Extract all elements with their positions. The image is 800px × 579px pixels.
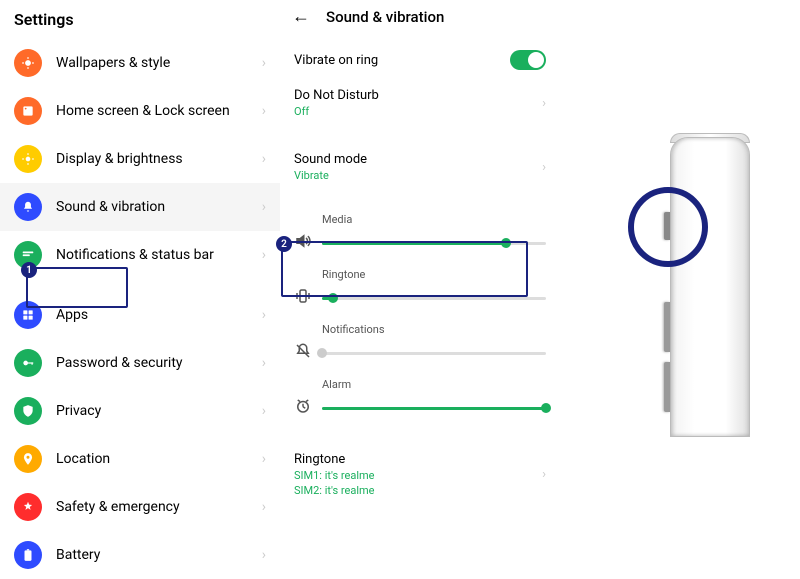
vibrate-on-ring-row[interactable]: Vibrate on ring	[280, 41, 560, 79]
brightness-icon	[14, 145, 42, 173]
emergency-icon	[14, 493, 42, 521]
item-label: Sound & vibration	[56, 199, 165, 215]
chevron-right-icon: ›	[262, 547, 266, 563]
toggle-switch[interactable]	[510, 50, 546, 70]
item-label: Notifications & status bar	[56, 247, 214, 263]
chevron-right-icon: ›	[262, 247, 266, 263]
alarm-slider[interactable]	[322, 407, 546, 410]
homescreen-icon	[14, 97, 42, 125]
sound-header: ← Sound & vibration	[280, 0, 560, 41]
row-label: Vibrate on ring	[294, 53, 378, 68]
item-label: Wallpapers & style	[56, 55, 170, 71]
row-value: Off	[294, 105, 379, 118]
annotation-box-2	[281, 241, 528, 297]
chevron-right-icon: ›	[262, 307, 266, 323]
annotation-badge-1: 1	[21, 262, 37, 278]
annotation-badge-2: 2	[276, 236, 292, 252]
shield-icon	[14, 397, 42, 425]
item-label: Battery	[56, 547, 100, 563]
notifications-slider[interactable]	[322, 352, 546, 355]
item-battery[interactable]: Battery ›	[0, 531, 280, 579]
pin-icon	[14, 445, 42, 473]
notifications-slider-row: Notifications	[280, 317, 560, 372]
chevron-right-icon: ›	[262, 151, 266, 167]
dnd-row[interactable]: Do Not Disturb Off ›	[280, 79, 560, 127]
item-label: Location	[56, 451, 110, 467]
item-label: Safety & emergency	[56, 499, 180, 515]
chevron-right-icon: ›	[262, 499, 266, 515]
chevron-right-icon: ›	[542, 160, 546, 175]
item-password[interactable]: Password & security ›	[0, 339, 280, 387]
item-location[interactable]: Location ›	[0, 435, 280, 483]
bell-icon	[14, 193, 42, 221]
key-icon	[14, 349, 42, 377]
item-wallpapers[interactable]: Wallpapers & style ›	[0, 39, 280, 87]
chevron-right-icon: ›	[262, 103, 266, 119]
item-safety[interactable]: Safety & emergency ›	[0, 483, 280, 531]
back-icon[interactable]: ←	[292, 6, 310, 27]
item-homescreen[interactable]: Home screen & Lock screen ›	[0, 87, 280, 135]
sound-mode-row[interactable]: Sound mode Vibrate ›	[280, 143, 560, 191]
battery-icon	[14, 541, 42, 569]
sim2-value: SIM2: it's realme	[294, 484, 374, 497]
item-label: Apps	[56, 307, 88, 323]
chevron-right-icon: ›	[262, 403, 266, 419]
sim1-value: SIM1: it's realme	[294, 469, 374, 482]
annotation-box-1	[26, 267, 128, 308]
chevron-right-icon: ›	[262, 199, 266, 215]
item-sound[interactable]: Sound & vibration ›	[0, 183, 280, 231]
alarm-slider-row: Alarm	[280, 372, 560, 427]
volume-down-button-icon	[664, 362, 670, 412]
row-label: Ringtone	[294, 452, 374, 467]
phone-illustration	[590, 97, 770, 447]
item-privacy[interactable]: Privacy ›	[0, 387, 280, 435]
row-label: Do Not Disturb	[294, 88, 379, 103]
settings-title: Settings	[0, 6, 280, 39]
chevron-right-icon: ›	[262, 55, 266, 71]
item-label: Display & brightness	[56, 151, 183, 167]
chevron-right-icon: ›	[262, 451, 266, 467]
wallpaper-icon	[14, 49, 42, 77]
item-display[interactable]: Display & brightness ›	[0, 135, 280, 183]
item-label: Privacy	[56, 403, 101, 419]
item-label: Password & security	[56, 355, 183, 371]
chevron-right-icon: ›	[262, 355, 266, 371]
circle-highlight-icon	[628, 187, 708, 267]
row-value: Vibrate	[294, 169, 367, 182]
bell-off-icon	[294, 342, 312, 364]
row-label: Sound mode	[294, 152, 367, 167]
slider-label: Media	[322, 213, 546, 226]
chevron-right-icon: ›	[542, 467, 546, 482]
ringtone-row[interactable]: Ringtone SIM1: it's realme SIM2: it's re…	[280, 443, 560, 506]
slider-label: Notifications	[322, 323, 546, 336]
chevron-right-icon: ›	[542, 96, 546, 111]
panel-title: Sound & vibration	[326, 8, 444, 26]
alarm-icon	[294, 397, 312, 419]
item-label: Home screen & Lock screen	[56, 103, 230, 119]
slider-label: Alarm	[322, 378, 546, 391]
phone-illustration-panel	[560, 0, 800, 543]
volume-up-button-icon	[664, 302, 670, 352]
